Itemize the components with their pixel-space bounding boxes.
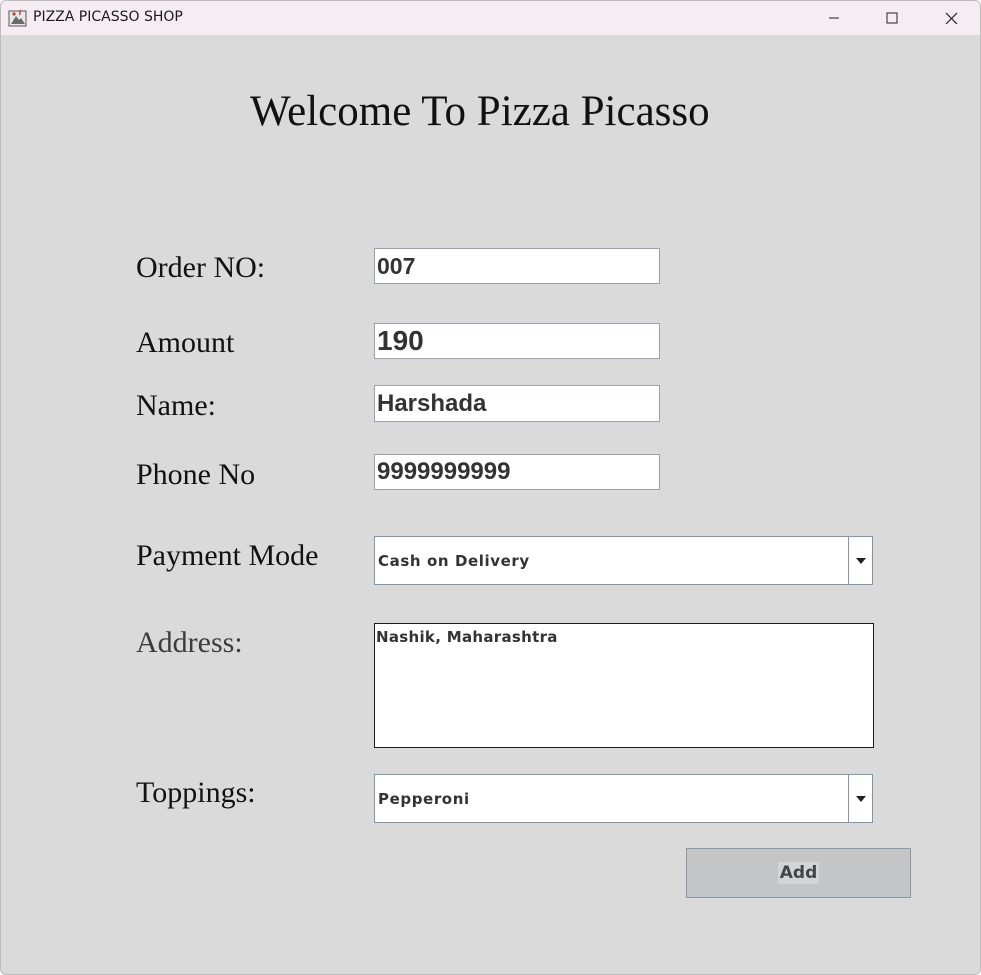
toppings-label: Toppings:	[136, 776, 256, 809]
name-field[interactable]: Harshada	[374, 385, 660, 422]
amount-label: Amount	[136, 326, 235, 359]
maximize-button[interactable]	[863, 1, 921, 35]
maximize-icon	[886, 12, 898, 24]
order-no-label: Order NO:	[136, 251, 266, 284]
toppings-select[interactable]: Pepperoni	[374, 774, 873, 823]
payment-mode-label: Payment Mode	[136, 539, 319, 572]
java-app-icon	[8, 8, 28, 28]
chevron-down-icon	[855, 552, 867, 570]
payment-mode-dropdown-button[interactable]	[848, 537, 872, 584]
payment-mode-selected: Cash on Delivery	[378, 551, 530, 570]
page-title: Welcome To Pizza Picasso	[250, 88, 710, 135]
minimize-button[interactable]	[805, 1, 863, 35]
app-window: PIZZA PICASSO SHOP Welcome To Pizza Pica…	[0, 0, 981, 975]
window-title: PIZZA PICASSO SHOP	[33, 9, 183, 25]
close-icon	[945, 12, 958, 25]
address-textarea[interactable]: Nashik, Maharashtra	[374, 623, 874, 748]
add-button-label: Add	[777, 862, 820, 884]
toppings-selected: Pepperoni	[378, 789, 470, 808]
close-button[interactable]	[922, 1, 980, 35]
address-label: Address:	[136, 626, 243, 659]
chevron-down-icon	[855, 790, 867, 808]
minimize-icon	[828, 12, 840, 24]
amount-field[interactable]: 190	[374, 323, 660, 359]
name-label: Name:	[136, 389, 216, 422]
title-bar[interactable]: PIZZA PICASSO SHOP	[1, 1, 980, 35]
order-no-field[interactable]: 007	[374, 248, 660, 284]
add-button[interactable]: Add	[686, 848, 911, 898]
toppings-dropdown-button[interactable]	[848, 775, 872, 822]
phone-field[interactable]: 9999999999	[374, 454, 660, 490]
phone-label: Phone No	[136, 458, 256, 491]
payment-mode-select[interactable]: Cash on Delivery	[374, 536, 873, 585]
